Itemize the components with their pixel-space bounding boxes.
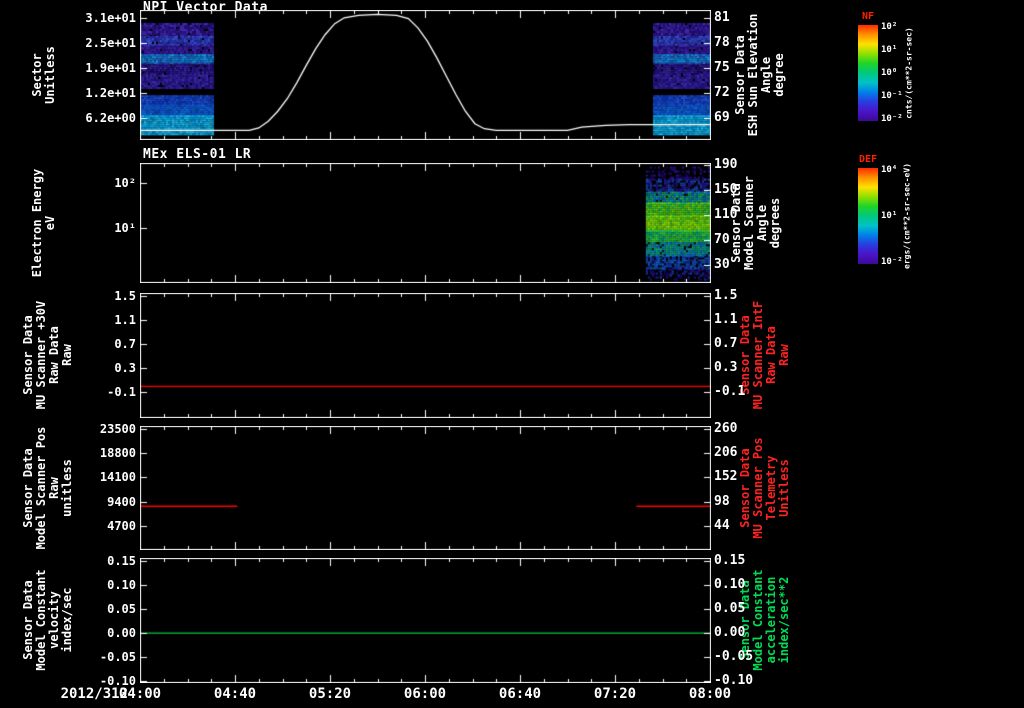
right-axis-tick-label: 0.00 xyxy=(714,625,746,641)
left-axis-tick-label: 0.10 xyxy=(107,578,136,593)
left-axis-tick-label: 0.3 xyxy=(114,361,136,376)
x-axis-tick-label: 05:20 xyxy=(308,686,352,702)
right-axis-tick-label: 0.3 xyxy=(714,360,738,376)
right-axis-tick-label: 1.5 xyxy=(714,288,738,304)
left-axis-tick-label: 10¹ xyxy=(114,221,136,236)
right-axis-tick-label: 98 xyxy=(714,493,730,509)
right-axis-tick-label: 72 xyxy=(714,84,730,100)
right-axis-tick-label: 70 xyxy=(714,232,730,248)
right-axis-tick-label: 0.7 xyxy=(714,336,738,352)
right-axis-tick-label: 78 xyxy=(714,34,730,50)
left-axis-tick-label: 18800 xyxy=(99,446,136,461)
left-axis-tick-label: 1.1 xyxy=(114,313,136,328)
left-axis-tick-label: -0.05 xyxy=(99,650,136,665)
panel-1-left-axis-label: Sector Unitless xyxy=(30,46,57,104)
colorbar-def-gradient xyxy=(858,168,878,264)
panel-2-plot xyxy=(140,163,711,283)
right-axis-tick-label: -0.10 xyxy=(714,673,754,689)
colorbar-tick-label: 10¹ xyxy=(881,44,898,55)
right-axis-tick-label: 152 xyxy=(714,469,738,485)
left-axis-tick-label: 1.9e+01 xyxy=(85,60,136,75)
left-axis-tick-label: 3.1e+01 xyxy=(85,10,136,25)
right-axis-tick-label: 30 xyxy=(714,257,730,272)
colorbar-tick-label: 10⁴ xyxy=(881,164,898,175)
colorbar-def-units-label: ergs/(cm**2-sr-sec-eV) xyxy=(902,163,912,269)
colorbar-tick-label: 10² xyxy=(881,21,898,32)
right-axis-tick-label: 69 xyxy=(714,109,730,125)
left-axis-tick-label: 9400 xyxy=(107,494,136,509)
x-axis-tick-label: 06:40 xyxy=(498,686,542,702)
left-axis-tick-label: 14100 xyxy=(99,470,136,485)
right-axis-tick-label: 260 xyxy=(714,421,738,437)
panel-1-plot xyxy=(140,10,711,140)
tplot-figure: NPI Vector Data MEx ELS-01 LR Sector Uni… xyxy=(0,0,1024,708)
right-axis-tick-label: 0.10 xyxy=(714,577,746,593)
left-axis-tick-label: 4700 xyxy=(107,518,136,533)
colorbar-tick-label: 10¹ xyxy=(881,211,898,221)
right-axis-tick-label: 44 xyxy=(714,517,730,533)
left-axis-tick-label: 2.5e+01 xyxy=(85,35,136,50)
colorbar-def-title: DEF xyxy=(858,154,878,165)
panel-4-plot xyxy=(140,426,711,550)
panel-2-title: MEx ELS-01 LR xyxy=(143,147,252,162)
colorbar-nf-title: NF xyxy=(861,11,875,22)
right-axis-tick-label: 190 xyxy=(714,157,738,173)
panel-3-plot xyxy=(140,293,711,418)
left-axis-tick-label: -0.10 xyxy=(99,674,136,689)
x-axis-tick-label: 06:00 xyxy=(403,686,447,702)
left-axis-tick-label: 1.2e+01 xyxy=(85,85,136,100)
left-axis-tick-label: 1.5 xyxy=(114,289,136,304)
colorbar-nf-units-label: cnts/(cm**2-sr-sec) xyxy=(904,27,914,119)
right-axis-tick-label: 1.1 xyxy=(714,312,738,328)
right-axis-tick-label: -0.05 xyxy=(714,649,754,665)
right-axis-tick-label: 206 xyxy=(714,445,738,461)
x-axis-tick-label: 04:40 xyxy=(213,686,257,702)
right-axis-tick-label: 75 xyxy=(714,59,730,75)
colorbar-tick-label: 10⁰ xyxy=(881,68,898,78)
x-axis-tick-label: 07:20 xyxy=(593,686,637,702)
colorbar-tick-label: 10⁻¹ xyxy=(881,91,903,102)
x-axis-tick-label: 04:00 xyxy=(118,686,162,702)
colorbar-tick-label: 10⁻² xyxy=(881,114,903,125)
left-axis-tick-label: 0.7 xyxy=(114,337,136,352)
left-axis-tick-label: 0.00 xyxy=(107,626,136,641)
left-axis-tick-label: -0.1 xyxy=(107,385,136,400)
panel-5-plot xyxy=(140,558,711,683)
right-axis-tick-label: -0.1 xyxy=(714,384,746,400)
right-axis-tick-label: 150 xyxy=(714,182,738,197)
right-axis-tick-label: 110 xyxy=(714,206,738,222)
left-axis-tick-label: 6.2e+00 xyxy=(85,110,136,125)
right-axis-tick-label: 81 xyxy=(714,9,730,25)
colorbar-nf-gradient xyxy=(858,25,878,121)
left-axis-tick-label: 10² xyxy=(114,176,136,191)
panel-2-left-axis-label: Electron Energy eV xyxy=(30,168,57,278)
right-axis-tick-label: 0.15 xyxy=(714,553,746,569)
colorbar-tick-label: 10⁻² xyxy=(881,257,903,268)
left-axis-tick-label: 0.05 xyxy=(107,602,136,617)
left-axis-tick-label: 0.15 xyxy=(107,554,136,569)
x-axis-tick-label: 08:00 xyxy=(688,686,732,702)
right-axis-tick-label: 0.05 xyxy=(714,601,746,617)
left-axis-tick-label: 23500 xyxy=(99,422,136,437)
